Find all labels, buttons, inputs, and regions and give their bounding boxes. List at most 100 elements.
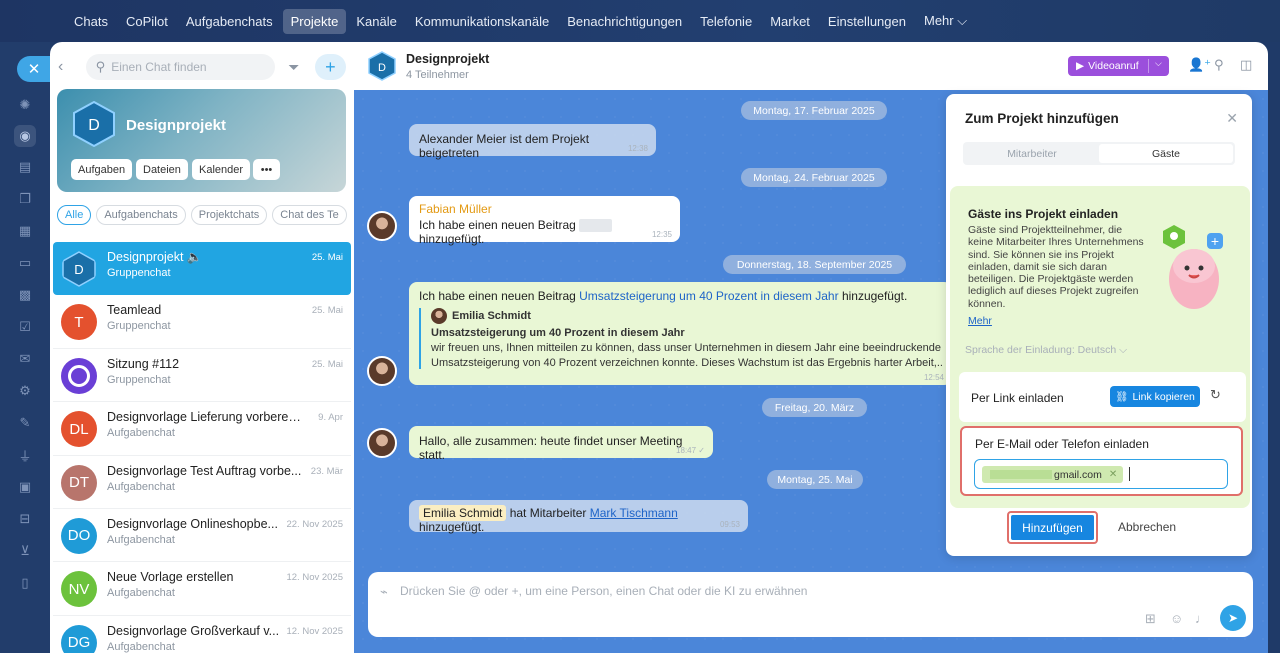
message-author[interactable]: Fabian Müller <box>419 202 670 216</box>
grid-icon[interactable]: ▩ <box>14 284 36 306</box>
storage-icon[interactable]: ⊟ <box>14 508 36 530</box>
nav-item-1[interactable]: CoPilot <box>118 9 176 34</box>
filter-funnel-icon[interactable]: ⏚ <box>14 444 36 466</box>
document-icon[interactable]: ▤ <box>14 156 36 178</box>
nav-item-9[interactable]: Einstellungen <box>820 9 914 34</box>
date-separator: Montag, 17. Februar 2025 <box>741 101 887 120</box>
chat-date: 12. Nov 2025 <box>286 625 343 637</box>
new-chat-button[interactable]: + <box>314 54 346 80</box>
copy-link-button[interactable]: ⛓ Link kopieren <box>1110 386 1200 407</box>
search-input[interactable]: ⚲ Einen Chat finden <box>85 54 275 80</box>
filter-icon[interactable]: ⏷ <box>285 59 303 76</box>
chat-title[interactable]: Designprojekt <box>406 52 489 66</box>
task-icon[interactable]: ☑ <box>14 316 36 338</box>
microphone-icon[interactable]: ♩ <box>1195 611 1208 626</box>
list-item[interactable]: D Designprojekt 🔈 Gruppenchat 25. Mai <box>53 242 351 296</box>
mail-icon[interactable]: ✉ <box>14 348 36 370</box>
nav-item-7[interactable]: Telefonie <box>692 9 760 34</box>
list-item[interactable]: DG Designvorlage Großverkauf v... Aufgaben… <box>53 616 351 653</box>
nav-item-10[interactable]: Mehr ⌵ <box>916 8 975 34</box>
message-bubble: Ich habe einen neuen Beitrag Umsatzsteig… <box>409 282 952 385</box>
close-icon[interactable]: ✕ <box>17 56 51 82</box>
list-item[interactable]: DT Designvorlage Test Auftrag vorbe... Auf… <box>53 456 351 509</box>
list-item[interactable]: DO Designvorlage Onlineshopbe... Aufgabenc… <box>53 509 351 563</box>
filter-project-chats[interactable]: Projektchats <box>190 205 268 225</box>
filter-task-chats[interactable]: Aufgabenchats <box>96 205 186 225</box>
add-button[interactable]: Hinzufügen <box>1007 511 1098 544</box>
cancel-button[interactable]: Abbrechen <box>1118 520 1176 534</box>
apps-icon[interactable]: ⊞ <box>1145 611 1156 627</box>
quoted-post[interactable]: Emilia Schmidt Umsatzsteigerung um 40 Pr… <box>419 308 942 369</box>
email-chip[interactable]: gmail.com ✕ <box>982 466 1124 483</box>
project-name: Designprojekt <box>126 117 227 134</box>
nav-item-5[interactable]: Kommunikationskanäle <box>407 9 557 34</box>
file-icon[interactable]: ▯ <box>14 572 36 594</box>
back-chevron-icon[interactable]: ‹ <box>58 58 74 76</box>
chat-type: Aufgabenchat <box>107 533 175 546</box>
invite-language[interactable]: Sprache der Einladung: Deutsch ⌵ <box>965 344 1127 357</box>
calendar-chip[interactable]: Kalender <box>192 159 251 180</box>
message-composer[interactable]: ⌁ Drücken Sie @ oder +, um eine Person, … <box>368 572 1253 637</box>
filter-team-chat[interactable]: Chat des Te <box>272 205 347 225</box>
refresh-icon[interactable]: ↻ <box>1210 387 1221 403</box>
message-text: Ich habe einen neuen Beitrag <box>419 218 576 232</box>
mascot-illustration-icon: + <box>1163 225 1223 309</box>
monitor-icon[interactable]: ▣ <box>14 476 36 498</box>
pen-icon[interactable]: ✎ <box>14 412 36 434</box>
video-divider <box>1148 59 1149 73</box>
more-chip[interactable]: ••• <box>253 159 280 180</box>
chat-type: Aufgabenchat <box>107 640 175 653</box>
tab-employees[interactable]: Mitarbeiter <box>965 144 1099 163</box>
files-chip[interactable]: Dateien <box>136 159 188 180</box>
language-value[interactable]: Deutsch ⌵ <box>1078 344 1127 356</box>
list-item[interactable]: Sitzung #112 Gruppenchat 25. Mai <box>53 349 351 403</box>
avatar <box>431 308 447 324</box>
copilot-icon[interactable]: ✺ <box>14 94 36 116</box>
participant-count[interactable]: 4 Teilnehmer <box>406 69 469 81</box>
list-item[interactable]: DL Designvorlage Lieferung vorbereiten Auf… <box>53 402 351 456</box>
card-icon[interactable]: ▭ <box>14 252 36 274</box>
message-text: hat Mitarbeiter <box>509 506 587 520</box>
svg-text:+: + <box>1211 233 1219 249</box>
sidebar-toggle-icon[interactable]: ◫ <box>1240 57 1252 73</box>
panel-title: Zum Projekt hinzufügen <box>965 111 1119 126</box>
nav-item-3[interactable]: Projekte <box>282 8 347 34</box>
avatar[interactable] <box>367 356 397 386</box>
send-button[interactable]: ➤ <box>1220 605 1246 631</box>
avatar[interactable] <box>367 211 397 241</box>
calendar-icon[interactable]: ▦ <box>14 220 36 242</box>
message-time: 12:54 <box>923 373 944 382</box>
nav-item-2[interactable]: Aufgabenchats <box>178 9 281 34</box>
mention[interactable]: Emilia Schmidt <box>419 505 507 521</box>
segment-control: Mitarbeiter Gäste <box>963 142 1235 165</box>
chat-icon[interactable]: ❐ <box>14 188 36 210</box>
tasks-chip[interactable]: Aufgaben <box>71 159 133 180</box>
attach-icon[interactable]: ⌁ <box>380 584 388 600</box>
filter-all[interactable]: Alle <box>57 205 92 225</box>
post-link[interactable]: Umsatzsteigerung um 40 Prozent in diesem… <box>579 289 838 303</box>
tab-guests[interactable]: Gäste <box>1099 144 1233 163</box>
list-item[interactable]: NV Neue Vorlage erstellen Aufgabenchat 12. … <box>53 562 351 616</box>
search-icon[interactable]: ⚲ <box>1214 57 1224 73</box>
list-item[interactable]: T Teamlead Gruppenchat 25. Mai <box>53 295 351 349</box>
add-user-icon[interactable]: 👤⁺ <box>1188 57 1211 73</box>
emoji-icon[interactable]: ☺ <box>1170 611 1183 626</box>
cart-icon[interactable]: ⊻ <box>14 540 36 562</box>
settings-icon[interactable]: ⚙ <box>14 380 36 402</box>
close-icon[interactable]: ✕ <box>1226 110 1238 127</box>
nav-item-8[interactable]: Market <box>762 9 818 34</box>
nav-item-4[interactable]: Kanäle <box>348 9 404 34</box>
nav-item-0[interactable]: Chats <box>66 9 116 34</box>
nav-item-6[interactable]: Benachrichtigungen <box>559 9 690 34</box>
project-icon[interactable]: ◉ <box>14 125 36 147</box>
user-link[interactable]: Mark Tischmann <box>590 506 678 520</box>
more-link[interactable]: Mehr <box>968 315 992 327</box>
chevron-down-icon[interactable]: ⌵ <box>1155 58 1162 69</box>
email-field[interactable]: gmail.com ✕ <box>974 459 1228 489</box>
chat-date: 22. Nov 2025 <box>286 518 343 530</box>
avatar[interactable] <box>367 428 397 458</box>
project-card: D Designprojekt Aufgaben Dateien Kalende… <box>57 89 346 192</box>
video-call-button[interactable]: ▶ Videoanruf ⌵ <box>1068 56 1169 76</box>
chat-avatar-icon[interactable]: D <box>367 51 397 81</box>
remove-chip-icon[interactable]: ✕ <box>1109 469 1117 480</box>
